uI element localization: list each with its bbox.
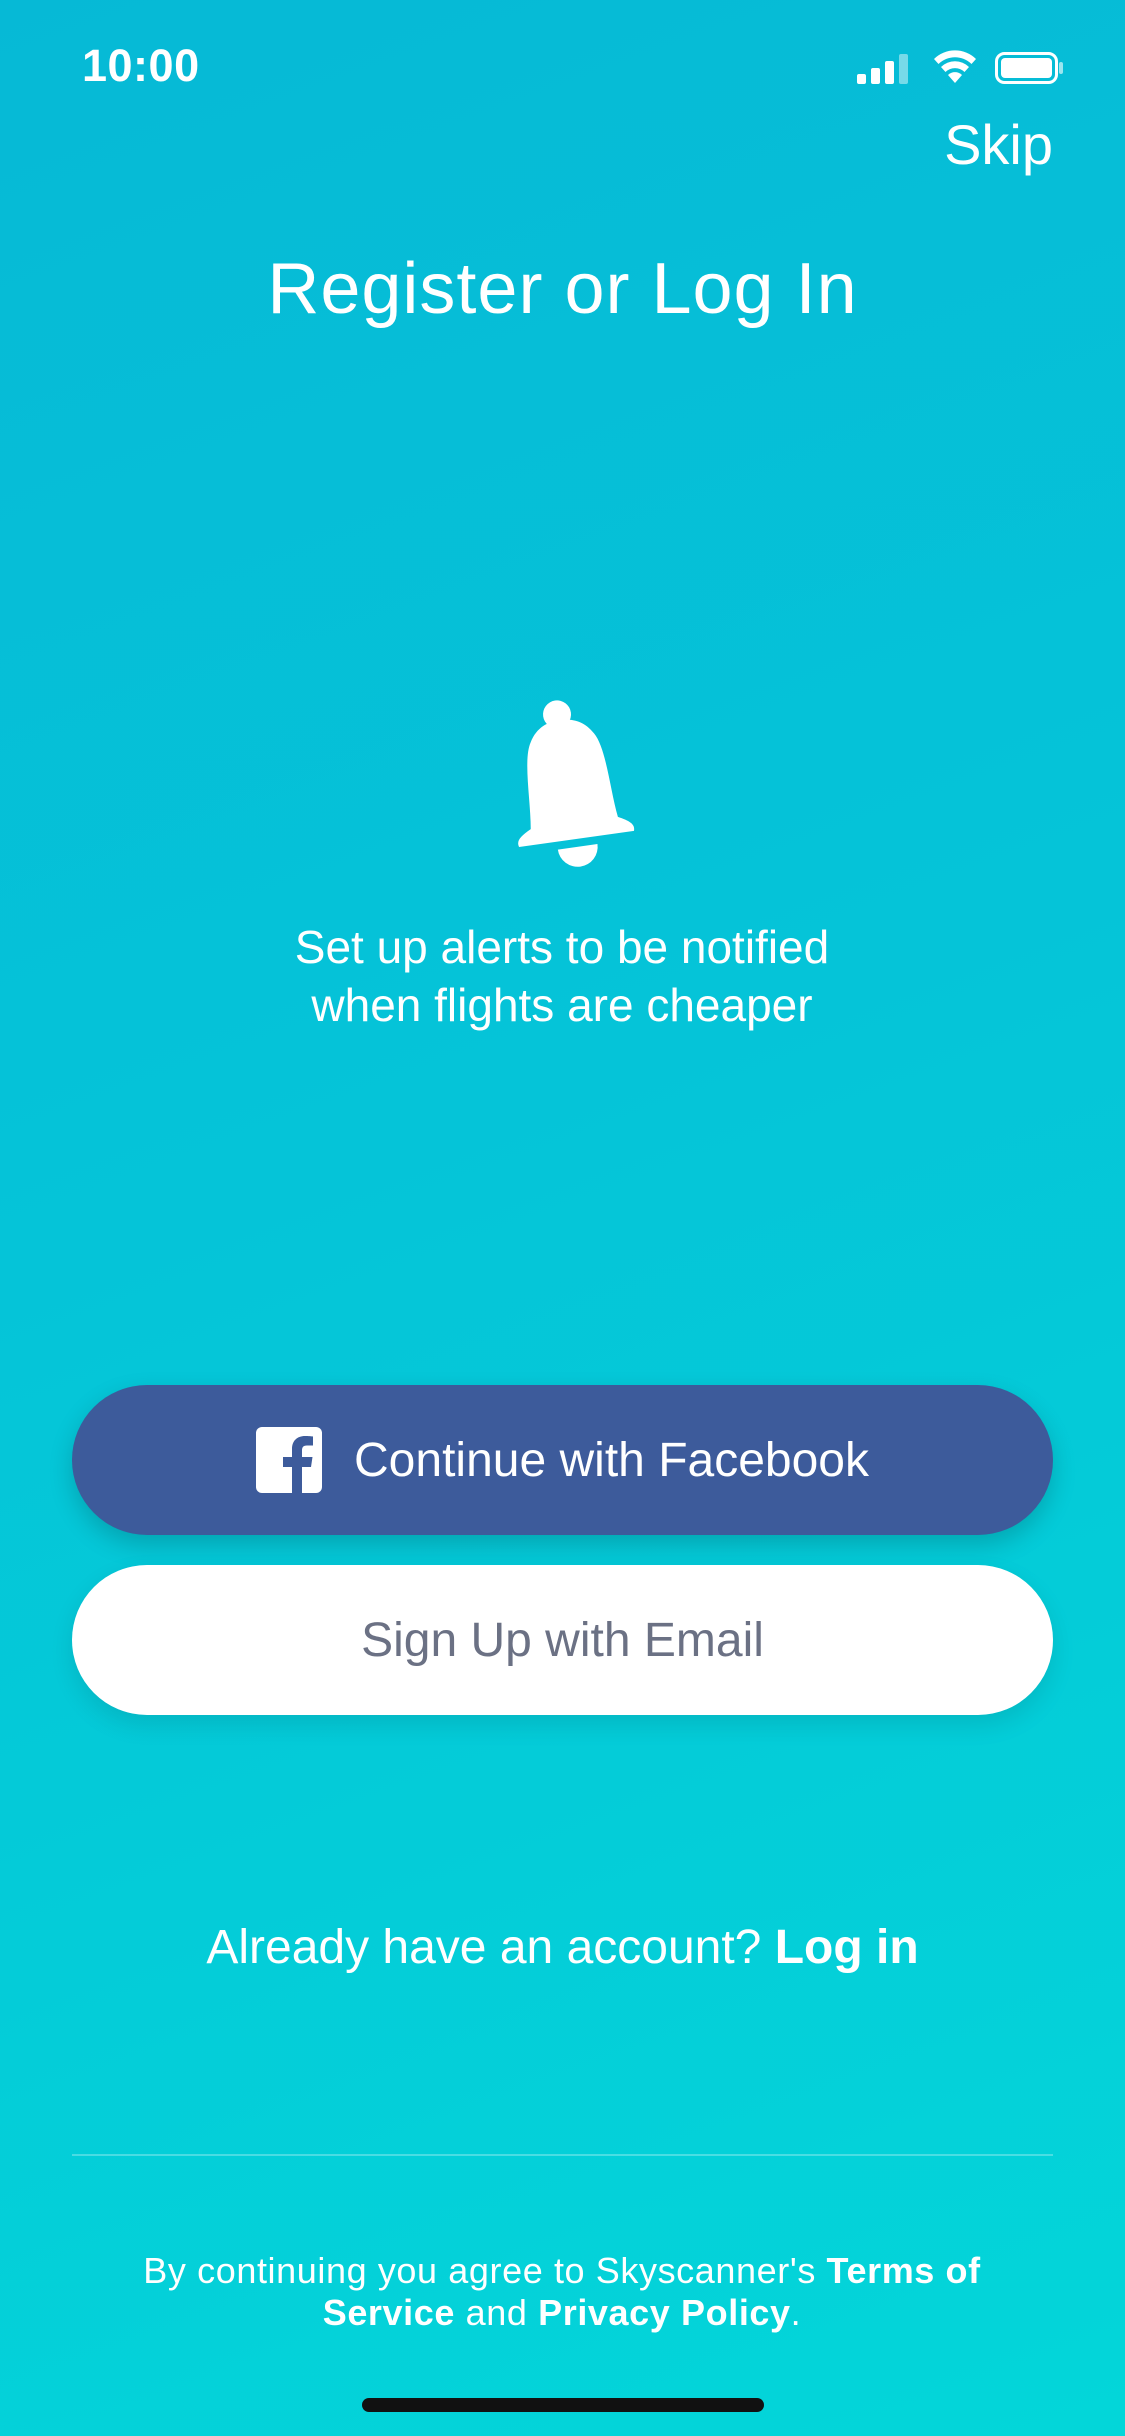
continue-with-facebook-button[interactable]: Continue with Facebook <box>72 1385 1053 1535</box>
legal-prefix: By continuing you agree to Skyscanner's <box>143 2250 816 2291</box>
login-prompt-text: Already have an account? <box>206 1921 762 1974</box>
status-time: 10:00 <box>82 40 200 91</box>
register-screen: 10:00 Skip Register or Log In Set up ale… <box>0 0 1125 2436</box>
page-title: Register or Log In <box>267 249 858 329</box>
facebook-icon <box>256 1427 323 1493</box>
email-button-label: Sign Up with Email <box>361 1613 764 1667</box>
home-indicator[interactable] <box>362 2398 764 2412</box>
log-in-link[interactable]: Log in <box>775 1921 919 1974</box>
legal-notice: By continuing you agree to Skyscanner's … <box>112 2250 1012 2334</box>
legal-suffix: . <box>790 2292 802 2333</box>
facebook-button-label: Continue with Facebook <box>354 1433 869 1487</box>
login-prompt: Already have an account? Log in <box>0 1920 1125 1975</box>
bell-icon <box>518 700 635 867</box>
divider <box>72 2154 1053 2156</box>
status-icons <box>857 48 1077 88</box>
sign-up-with-email-button[interactable]: Sign Up with Email <box>72 1565 1053 1715</box>
alert-description: Set up alerts to be notified when flight… <box>112 918 1012 1034</box>
privacy-policy-link[interactable]: Privacy Policy <box>538 2292 791 2333</box>
alert-line-1: Set up alerts to be notified <box>294 921 830 973</box>
skip-button[interactable]: Skip <box>944 112 1053 177</box>
wifi-icon <box>934 50 976 83</box>
legal-conjunction: and <box>465 2292 528 2333</box>
signal-icon <box>857 54 908 84</box>
battery-icon <box>995 52 1063 84</box>
alert-line-2: when flights are cheaper <box>311 979 813 1031</box>
